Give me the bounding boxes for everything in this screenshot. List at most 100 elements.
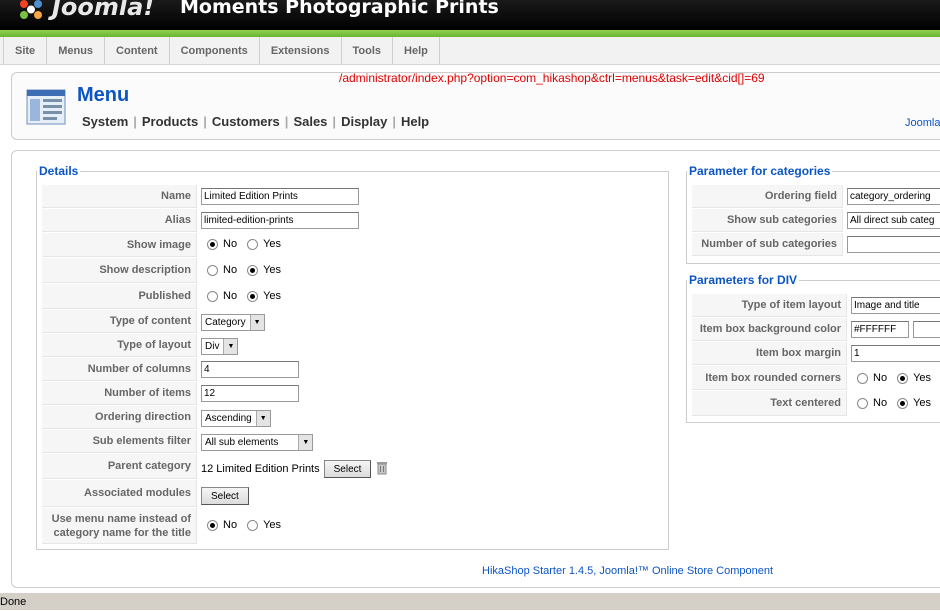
radio-label: No: [873, 397, 888, 409]
text-centered-label: Text centered: [692, 391, 847, 416]
num-columns-input[interactable]: 4: [201, 361, 299, 378]
radio-label: No: [873, 372, 888, 384]
browser-status-bar: Done: [0, 592, 940, 610]
rounded-corners-no[interactable]: No: [857, 372, 887, 384]
dropdown-arrow-icon: ▼: [255, 411, 270, 426]
show-sub-categories-label: Show sub categories: [692, 209, 843, 232]
ordering-dir-select[interactable]: Ascending ▼: [201, 410, 271, 427]
hikashop-footer-link[interactable]: HikaShop Starter 1.4.5, Joomla!™ Online …: [482, 565, 773, 577]
type-item-layout-select[interactable]: Image and title: [851, 297, 940, 314]
num-items-label: Number of items: [42, 382, 197, 405]
show-description-no[interactable]: No: [207, 264, 237, 276]
joomla-link[interactable]: Joomla: [905, 117, 940, 129]
name-input[interactable]: Limited Edition Prints: [201, 188, 359, 205]
submenu-customers[interactable]: Customers: [207, 114, 285, 129]
radio-icon: [207, 290, 218, 302]
radio-checked-icon: [247, 264, 259, 276]
bg-color-swatch[interactable]: [913, 321, 940, 338]
submenu-system[interactable]: System: [82, 114, 133, 129]
show-image-no[interactable]: No: [207, 238, 237, 250]
text-centered-no[interactable]: No: [857, 397, 887, 409]
logo-text: Joomla!: [52, 0, 155, 21]
radio-icon: [247, 519, 259, 531]
radio-checked-icon: [897, 372, 909, 384]
show-image-yes[interactable]: Yes: [247, 238, 281, 250]
radio-icon: [207, 264, 218, 276]
dropdown-arrow-icon: ▼: [249, 315, 264, 330]
ordering-field-input[interactable]: category_ordering: [847, 188, 940, 205]
params-div-legend: Parameters for DIV: [689, 273, 798, 287]
select-value: All sub elements: [205, 437, 279, 448]
sub-filter-label: Sub elements filter: [42, 430, 197, 453]
use-menu-name-label: Use menu name instead of category name f…: [42, 508, 197, 544]
assoc-modules-label: Associated modules: [42, 480, 197, 507]
use-menu-name-no[interactable]: No: [207, 519, 237, 531]
use-menu-name-radios: No Yes: [207, 519, 291, 531]
radio-label: Yes: [263, 519, 282, 531]
page-title: Menu: [77, 84, 130, 106]
num-items-input[interactable]: 12: [201, 385, 299, 402]
published-no[interactable]: No: [207, 290, 237, 302]
use-menu-name-label-line1: Use menu name instead of: [51, 512, 191, 525]
select-value: Category: [205, 317, 246, 328]
show-image-radios: No Yes: [207, 238, 291, 250]
radio-label: Yes: [913, 372, 932, 384]
type-layout-label: Type of layout: [42, 334, 197, 357]
radio-label: No: [223, 238, 238, 250]
dropdown-arrow-icon: ▼: [223, 339, 238, 354]
show-description-yes[interactable]: Yes: [247, 264, 281, 276]
menu-manager-icon: [26, 88, 66, 126]
menu-help[interactable]: Help: [393, 37, 440, 65]
show-description-radios: No Yes: [207, 264, 291, 276]
alias-label: Alias: [42, 209, 197, 232]
select-value: Div: [205, 341, 220, 352]
published-radios: No Yes: [207, 290, 291, 302]
show-description-label: Show description: [42, 258, 197, 283]
menu-extensions[interactable]: Extensions: [260, 37, 342, 65]
radio-checked-icon: [207, 519, 218, 531]
radio-label: No: [223, 519, 238, 531]
item-margin-label: Item box margin: [692, 342, 847, 365]
name-label: Name: [42, 185, 197, 208]
sub-filter-select[interactable]: All sub elements ▼: [201, 434, 314, 451]
show-sub-categories-select[interactable]: All direct sub categ: [847, 212, 940, 229]
radio-icon: [857, 397, 868, 409]
rounded-corners-yes[interactable]: Yes: [897, 372, 931, 384]
params-categories-legend: Parameter for categories: [689, 164, 831, 178]
num-sub-categories-label: Number of sub categories: [692, 233, 843, 256]
menu-tools[interactable]: Tools: [342, 37, 394, 65]
type-layout-select[interactable]: Div ▼: [201, 338, 239, 355]
status-text: Done: [0, 596, 27, 608]
item-margin-input[interactable]: 1: [851, 345, 940, 362]
debug-url: /administrator/index.php?option=com_hika…: [339, 71, 765, 85]
num-sub-categories-input[interactable]: [847, 236, 940, 253]
show-image-label: Show image: [42, 233, 197, 257]
radio-label: Yes: [913, 397, 932, 409]
menu-content[interactable]: Content: [105, 37, 170, 65]
use-menu-name-yes[interactable]: Yes: [247, 519, 281, 531]
trash-icon[interactable]: [377, 461, 388, 478]
hikashop-submenu: System | Products | Customers | Sales | Disp…: [82, 114, 434, 129]
menu-components[interactable]: Components: [170, 37, 260, 65]
menu-site[interactable]: Site: [3, 37, 48, 65]
rounded-corners-radios: No Yes: [857, 372, 940, 384]
admin-header: Joomla! Moments Photographic Prints: [0, 0, 940, 30]
published-yes[interactable]: Yes: [247, 290, 281, 302]
ordering-dir-label: Ordering direction: [42, 406, 197, 429]
text-centered-yes[interactable]: Yes: [897, 397, 931, 409]
assoc-modules-select-button[interactable]: Select: [201, 487, 249, 505]
header-accent-bar: [0, 30, 940, 37]
text-centered-radios: No Yes: [857, 397, 940, 409]
radio-label: Yes: [263, 238, 282, 250]
submenu-display[interactable]: Display: [336, 114, 392, 129]
rounded-corners-label: Item box rounded corners: [692, 366, 847, 390]
bg-color-input[interactable]: #FFFFFF: [851, 321, 909, 338]
alias-input[interactable]: limited-edition-prints: [201, 212, 359, 229]
submenu-help[interactable]: Help: [396, 114, 434, 129]
joomla-logo: Joomla!: [18, 0, 154, 20]
parent-category-select-button[interactable]: Select: [323, 460, 372, 478]
submenu-products[interactable]: Products: [137, 114, 203, 129]
type-content-select[interactable]: Category ▼: [201, 314, 265, 331]
submenu-sales[interactable]: Sales: [288, 114, 332, 129]
menu-menus[interactable]: Menus: [47, 37, 106, 65]
